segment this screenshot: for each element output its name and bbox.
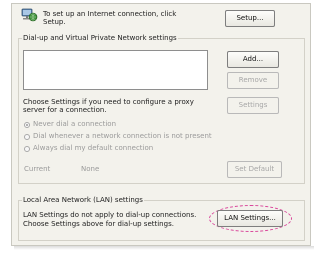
lan-group-title: Local Area Network (LAN) settings xyxy=(22,196,144,205)
internet-options-connections-panel: To set up an Internet connection, click … xyxy=(11,3,311,246)
radio-dial-whenever[interactable] xyxy=(24,134,30,140)
add-button[interactable]: Add... xyxy=(227,51,279,68)
radio-dial-whenever-label: Dial whenever a network connection is no… xyxy=(33,132,212,140)
network-globe-icon xyxy=(21,8,38,22)
current-value: None xyxy=(81,165,100,173)
radio-always-dial[interactable] xyxy=(24,146,30,152)
radio-never-dial[interactable] xyxy=(24,122,30,128)
lan-settings-group: Local Area Network (LAN) settings LAN Se… xyxy=(18,196,305,241)
lan-settings-button[interactable]: LAN Settings... xyxy=(217,210,283,227)
choose-settings-line2: server for a connection. xyxy=(23,106,107,114)
current-label: Current xyxy=(24,165,51,173)
lan-info-line1: LAN Settings do not apply to dial-up con… xyxy=(23,211,197,219)
radio-never-dial-label: Never dial a connection xyxy=(33,120,117,128)
connections-list[interactable] xyxy=(23,50,208,90)
settings-button[interactable]: Settings xyxy=(227,97,279,114)
setup-instruction-line2: Setup. xyxy=(43,18,66,26)
dialup-vpn-group: Dial-up and Virtual Private Network sett… xyxy=(18,34,305,184)
panel-shadow xyxy=(14,246,314,250)
set-default-button[interactable]: Set Default xyxy=(227,161,282,178)
dialup-group-title: Dial-up and Virtual Private Network sett… xyxy=(22,34,178,43)
radio-always-dial-label: Always dial my default connection xyxy=(33,144,154,152)
lan-info-line2: Choose Settings above for dial-up settin… xyxy=(23,220,174,228)
remove-button[interactable]: Remove xyxy=(227,72,279,89)
setup-button[interactable]: Setup... xyxy=(225,10,275,27)
